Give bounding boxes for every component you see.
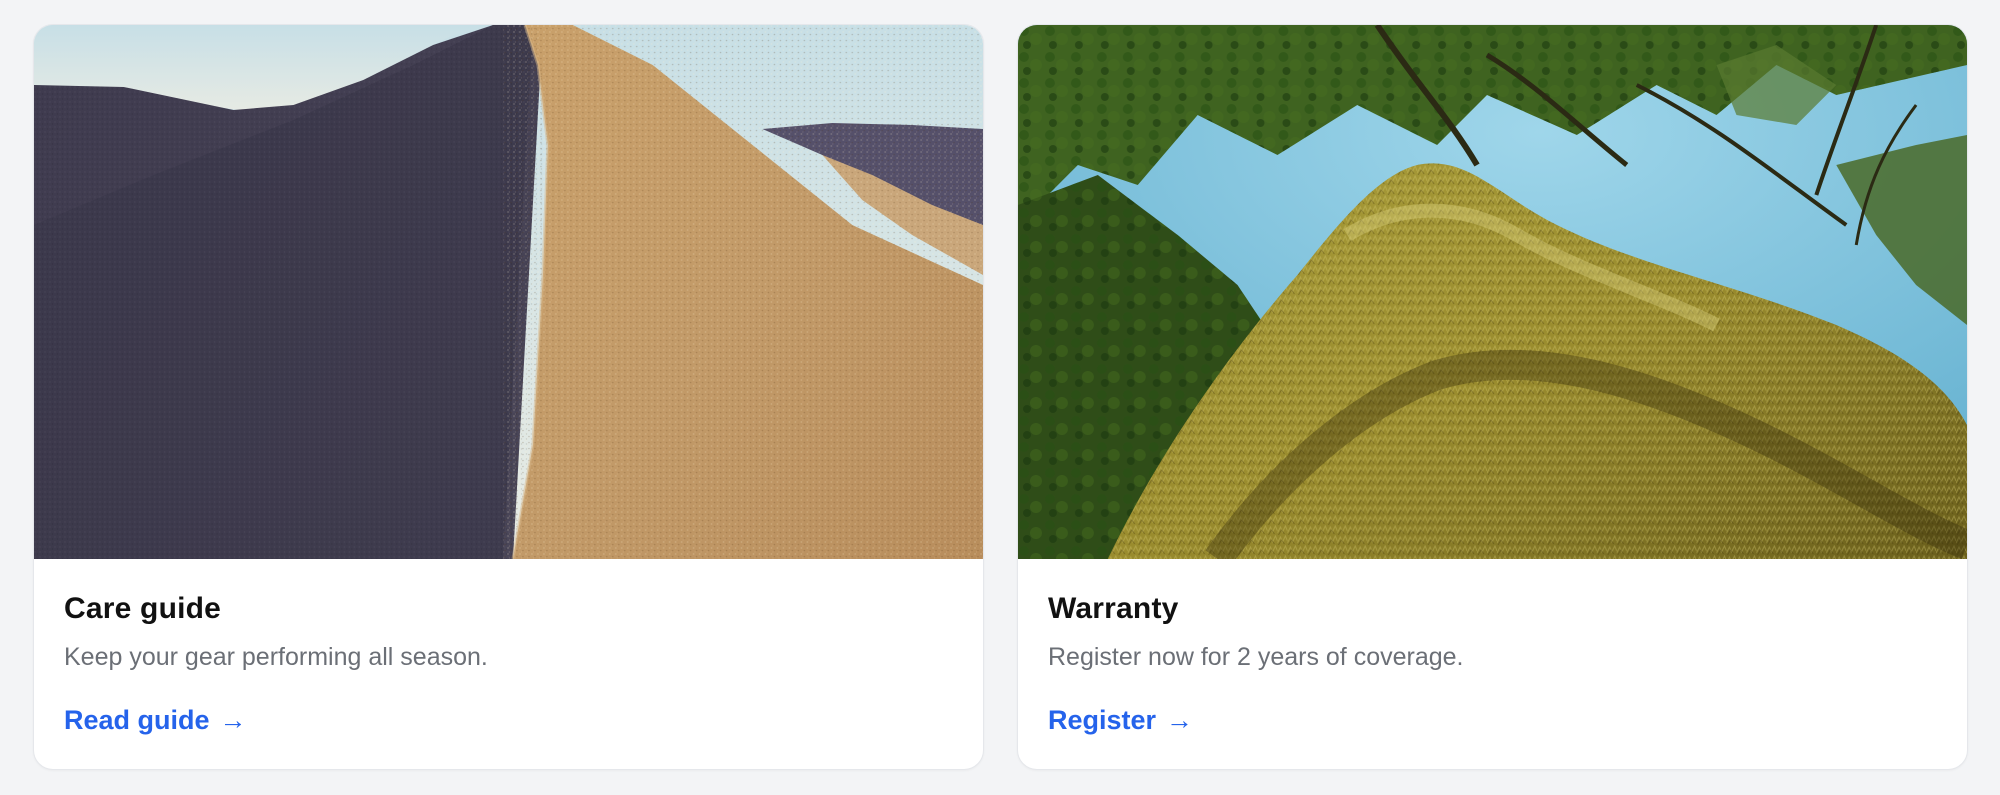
arrow-right-icon: → [1166, 705, 1194, 735]
card-grid: Care guide Keep your gear performing all… [33, 24, 1969, 770]
sand-dune-photo [34, 25, 983, 559]
link-label: Read guide [64, 705, 210, 735]
card-title: Care guide [64, 592, 222, 625]
arrow-right-icon: → [219, 705, 247, 735]
card-description: Keep your gear performing all season. [64, 643, 488, 671]
card-warranty: Warranty Register now for 2 years of cov… [1017, 24, 1968, 770]
card-title: Warranty [1048, 592, 1179, 625]
mossy-tree-photo [1018, 25, 1967, 559]
read-guide-link[interactable]: Read guide → [64, 703, 247, 737]
link-label: Register [1048, 705, 1157, 735]
card-care-guide: Care guide Keep your gear performing all… [33, 24, 984, 770]
register-link[interactable]: Register → [1048, 703, 1193, 737]
card-description: Register now for 2 years of coverage. [1048, 643, 1464, 671]
